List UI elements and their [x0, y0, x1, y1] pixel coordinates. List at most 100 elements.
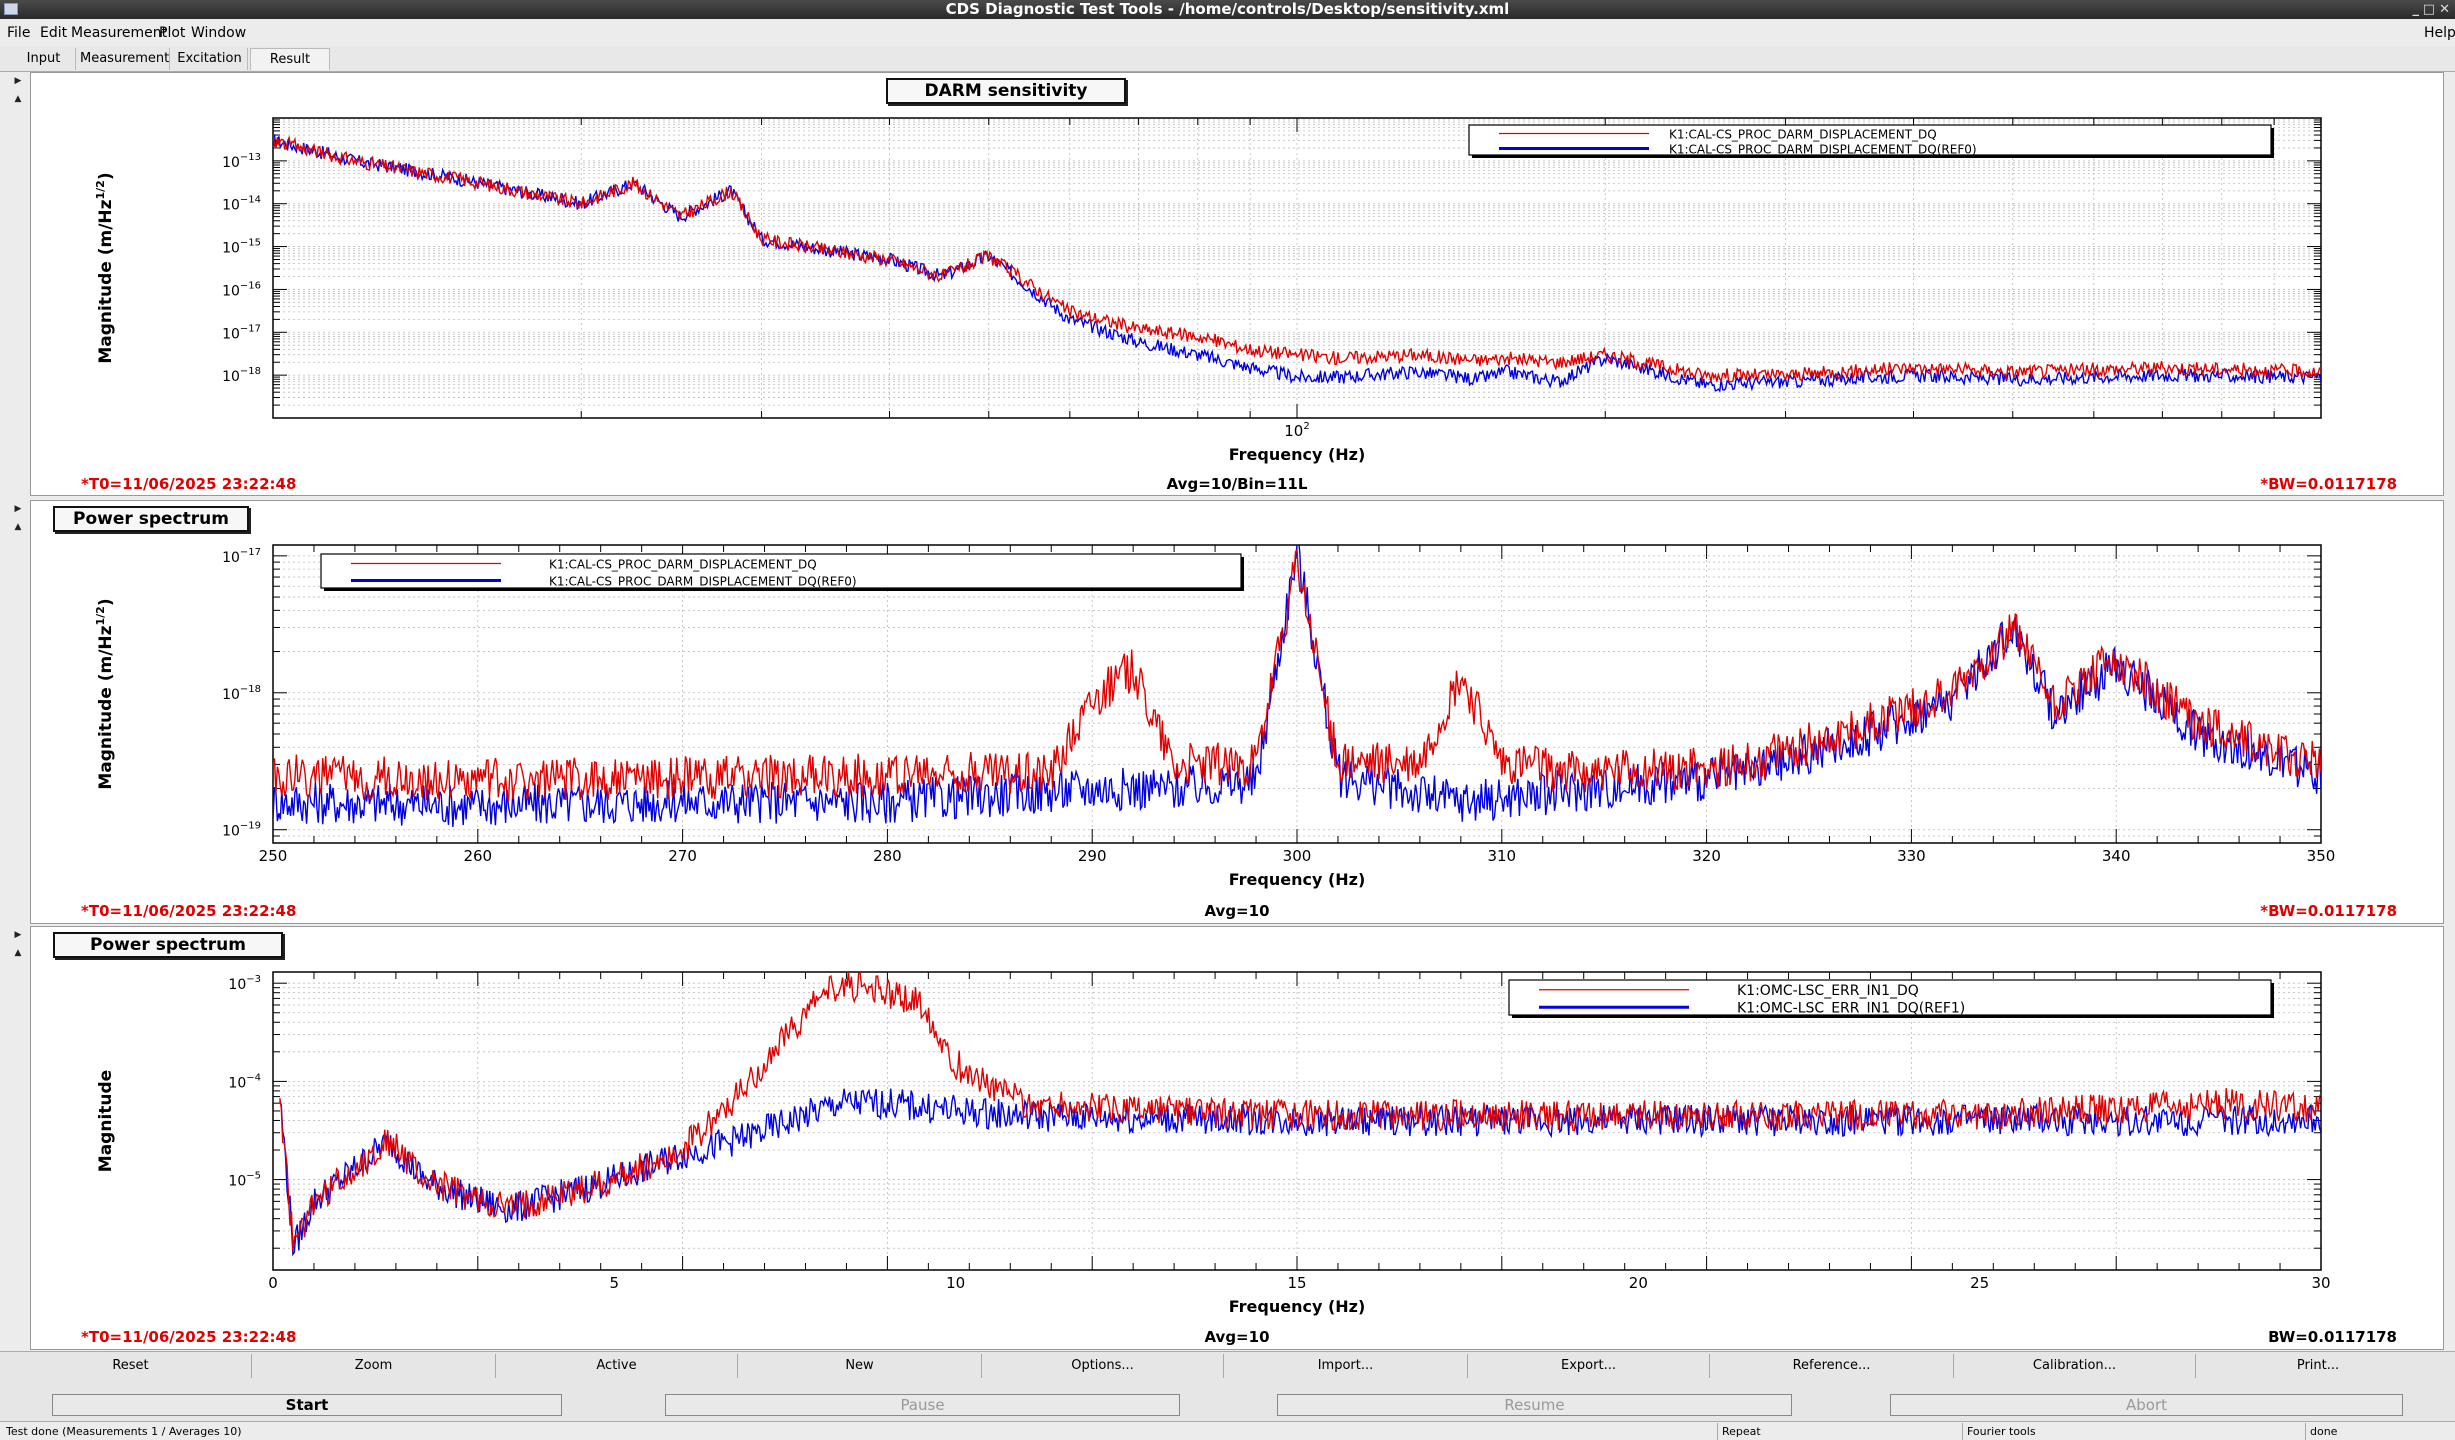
- y-tick-label-base: 10: [222, 155, 240, 171]
- footer-bw: *BW=0.0117178: [2260, 475, 2397, 493]
- y-axis-label-text: Magnitude (m/Hz: [96, 625, 116, 789]
- footer-t0: *T0=11/06/2025 23:22:48: [81, 1328, 296, 1346]
- collapse-arrow-icon[interactable]: ▲: [10, 92, 26, 106]
- expand-arrow-icon[interactable]: ▶: [10, 74, 26, 88]
- x-tick-label-base: 10: [946, 1274, 965, 1292]
- expand-arrow-icon[interactable]: ▶: [10, 928, 26, 942]
- y-tick-label-exp: −5: [246, 1171, 261, 1182]
- y-axis-label-end: ): [96, 598, 116, 606]
- x-tick-label-exp: 2: [1303, 421, 1309, 432]
- legend-label: K1:CAL-CS_PROC_DARM_DISPLACEMENT_DQ: [1669, 128, 1937, 142]
- menu-edit[interactable]: Edit: [40, 20, 67, 46]
- reset-button[interactable]: Reset: [10, 1354, 252, 1378]
- legend: K1:OMC-LSC_ERR_IN1_DQK1:OMC-LSC_ERR_IN1_…: [1508, 979, 2274, 1018]
- tab-input[interactable]: Input: [12, 48, 76, 70]
- plot-canvas-3[interactable]: Power spectrum 10−3 10−4 10−5 0 5 10 15 20 25 30 M…: [30, 926, 2444, 1350]
- y-tick-label: 10−18: [222, 684, 261, 703]
- x-tick-label-base: 20: [1629, 1274, 1648, 1292]
- x-tick-label-base: 320: [1692, 847, 1721, 865]
- close-icon[interactable]: ✕: [2439, 0, 2450, 19]
- export-button[interactable]: Export...: [1468, 1354, 1710, 1378]
- options-button[interactable]: Options...: [982, 1354, 1224, 1378]
- y-tick-label: 10−5: [228, 1171, 261, 1190]
- y-tick-label: 10−16: [222, 280, 261, 299]
- y-axis-label-text: Magnitude (m/Hz: [96, 199, 116, 363]
- zoom-button[interactable]: Zoom: [252, 1354, 496, 1378]
- reference-button[interactable]: Reference...: [1710, 1354, 1954, 1378]
- import-button[interactable]: Import...: [1224, 1354, 1468, 1378]
- active-button[interactable]: Active: [496, 1354, 738, 1378]
- plot-area: 10−1310−1410−1510−1610−1710−18102Magnitu…: [81, 117, 2397, 493]
- y-tick-label-exp: −19: [240, 821, 261, 832]
- menu-help[interactable]: Help: [2424, 20, 2455, 46]
- x-tick-label: 15: [1287, 1274, 1306, 1292]
- x-tick-label-base: 250: [259, 847, 288, 865]
- y-tick-label: 10−18: [222, 366, 261, 385]
- plot-svg-1: 10−1310−1410−1510−1610−1710−18102Magnitu…: [81, 117, 2397, 493]
- minimize-icon[interactable]: _: [2413, 0, 2420, 19]
- menu-plot[interactable]: Plot: [159, 20, 185, 46]
- plot-panel-1: ▶ ▲ DARM sensitivity 10−13 10−14 10−15 10−1…: [0, 72, 2455, 500]
- y-tick-label-base: 10: [222, 369, 240, 385]
- x-tick-label-base: 30: [2311, 1274, 2330, 1292]
- status-state: done: [2305, 1423, 2453, 1440]
- abort-button[interactable]: Abort: [1890, 1394, 2403, 1416]
- x-tick-label-base: 10: [1284, 422, 1303, 440]
- plot-canvas-1[interactable]: DARM sensitivity 10−13 10−14 10−15 10−16 10−…: [30, 72, 2444, 496]
- y-tick-label-base: 10: [228, 1075, 246, 1091]
- y-axis-label-sup: 1/2: [94, 606, 107, 625]
- x-tick-label: 330: [1897, 847, 1926, 865]
- x-tick-label: 250: [259, 847, 288, 865]
- x-tick-label-base: 25: [1970, 1274, 1989, 1292]
- plot-footer: *T0=11/06/2025 23:22:48 Avg=10 *BW=0.01171…: [81, 902, 2397, 920]
- print-button[interactable]: Print...: [2196, 1354, 2440, 1378]
- x-tick-label-base: 260: [463, 847, 492, 865]
- x-tick-label: 10: [946, 1274, 965, 1292]
- app-icon: [4, 3, 18, 15]
- x-tick-label: 310: [1487, 847, 1516, 865]
- y-tick-label-exp: −18: [240, 684, 261, 695]
- y-tick-label: 10−17: [222, 323, 261, 342]
- maximize-icon[interactable]: □: [2423, 0, 2435, 19]
- tab-measurement[interactable]: Measurement: [80, 48, 170, 70]
- menu-window[interactable]: Window: [191, 20, 246, 46]
- y-axis-label: Magnitude (m/Hz1/2): [94, 598, 116, 789]
- tab-excitation[interactable]: Excitation: [172, 48, 248, 70]
- x-tick-label-base: 350: [2307, 847, 2336, 865]
- collapse-arrow-icon[interactable]: ▲: [10, 520, 26, 534]
- x-axis-label: Frequency (Hz): [1229, 870, 1366, 889]
- y-axis-label-end: ): [96, 172, 116, 180]
- menu-measurement[interactable]: Measurement: [71, 20, 167, 46]
- x-tick-label-base: 310: [1487, 847, 1516, 865]
- title-bar: CDS Diagnostic Test Tools - /home/contro…: [0, 0, 2455, 19]
- y-tick-label-exp: −16: [240, 280, 261, 291]
- plot-svg-2: 10−1710−1810−19250 260 270 280 290 300 310 320 3…: [81, 544, 2397, 920]
- tab-bar: Input Measurement Excitation Result: [0, 46, 2455, 72]
- calibration-button[interactable]: Calibration...: [1954, 1354, 2196, 1378]
- x-tick-label: 290: [1078, 847, 1107, 865]
- plot-canvas-2[interactable]: Power spectrum 10−17 10−18 10−19 250 260 270 2…: [30, 500, 2444, 924]
- y-tick-label-exp: −15: [240, 238, 261, 249]
- plot-area: 10−1710−1810−19250 260 270 280 290 300 310 320 3…: [81, 544, 2397, 920]
- y-tick-label: 10−14: [222, 195, 261, 214]
- start-button[interactable]: Start: [52, 1394, 562, 1416]
- collapse-arrow-icon[interactable]: ▲: [10, 946, 26, 960]
- new-button[interactable]: New: [738, 1354, 982, 1378]
- pause-button[interactable]: Pause: [665, 1394, 1180, 1416]
- resume-button[interactable]: Resume: [1277, 1394, 1792, 1416]
- y-tick-label-exp: −14: [240, 195, 261, 206]
- legend-label: K1:CAL-CS_PROC_DARM_DISPLACEMENT_DQ(REF0…: [1669, 143, 1977, 157]
- menu-file[interactable]: File: [7, 20, 30, 46]
- footer-t0: *T0=11/06/2025 23:22:48: [81, 475, 296, 493]
- window-title: CDS Diagnostic Test Tools - /home/contro…: [945, 0, 1510, 18]
- x-tick-label-base: 280: [873, 847, 902, 865]
- app-window: CDS Diagnostic Test Tools - /home/contro…: [0, 0, 2455, 1440]
- x-tick-label: 0: [268, 1274, 278, 1292]
- y-tick-label-base: 10: [222, 687, 240, 703]
- expand-arrow-icon[interactable]: ▶: [10, 502, 26, 516]
- tab-result[interactable]: Result: [250, 48, 330, 70]
- x-tick-label: 340: [2102, 847, 2131, 865]
- y-tick-label-exp: −17: [240, 547, 261, 558]
- y-axis-label-sup: 1/2: [94, 180, 107, 199]
- y-axis-label: Magnitude: [96, 1070, 116, 1172]
